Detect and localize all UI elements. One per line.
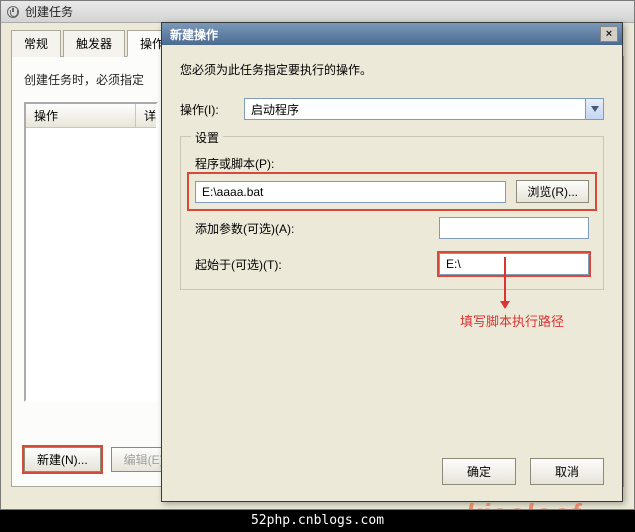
footer-bar: 52php.cnblogs.com xyxy=(0,510,635,532)
program-row: 浏览(R)... xyxy=(189,174,595,209)
new-action-dialog: 新建操作 × 您必须为此任务指定要执行的操作。 操作(I): 启动程序 设置 程… xyxy=(161,22,623,502)
program-input[interactable] xyxy=(195,181,506,203)
listview-header: 操作 详 xyxy=(26,104,156,128)
browse-button[interactable]: 浏览(R)... xyxy=(516,180,589,203)
action-label: 操作(I): xyxy=(180,101,244,118)
args-input[interactable] xyxy=(439,217,589,239)
annotation-text: 填写脚本执行路径 xyxy=(460,311,564,330)
tab-general[interactable]: 常规 xyxy=(11,30,61,57)
dialog-description: 您必须为此任务指定要执行的操作。 xyxy=(180,61,604,78)
cancel-button[interactable]: 取消 xyxy=(530,458,604,485)
dialog-button-row: 确定 取消 xyxy=(442,458,604,485)
startin-input[interactable] xyxy=(439,253,589,275)
clock-icon xyxy=(7,6,19,18)
program-label: 程序或脚本(P): xyxy=(195,157,274,171)
dialog-body: 您必须为此任务指定要执行的操作。 操作(I): 启动程序 设置 程序或脚本(P)… xyxy=(162,45,622,501)
ok-button[interactable]: 确定 xyxy=(442,458,516,485)
col-action[interactable]: 操作 xyxy=(26,104,136,127)
parent-titlebar: 创建任务 xyxy=(1,1,634,23)
actions-listview[interactable]: 操作 详 xyxy=(24,102,158,402)
close-button[interactable]: × xyxy=(600,26,618,42)
dialog-titlebar[interactable]: 新建操作 × xyxy=(162,23,622,45)
new-button[interactable]: 新建(N)... xyxy=(24,447,101,472)
dialog-title: 新建操作 xyxy=(170,26,218,43)
settings-groupbox: 设置 程序或脚本(P): 浏览(R)... 添加参数(可选)(A): 起始于(可… xyxy=(180,136,604,290)
startin-label: 起始于(可选)(T): xyxy=(195,256,439,273)
args-row: 添加参数(可选)(A): xyxy=(195,217,589,239)
chevron-down-icon[interactable] xyxy=(585,99,603,119)
settings-legend: 设置 xyxy=(191,129,223,146)
action-combo-value: 启动程序 xyxy=(245,99,585,119)
parent-title: 创建任务 xyxy=(25,3,73,20)
action-combobox[interactable]: 启动程序 xyxy=(244,98,604,120)
args-label: 添加参数(可选)(A): xyxy=(195,220,439,237)
startin-row: 起始于(可选)(T): xyxy=(195,253,589,275)
annotation-arrow-icon xyxy=(500,257,510,307)
tab-triggers[interactable]: 触发器 xyxy=(63,30,125,57)
action-field-row: 操作(I): 启动程序 xyxy=(180,98,604,120)
